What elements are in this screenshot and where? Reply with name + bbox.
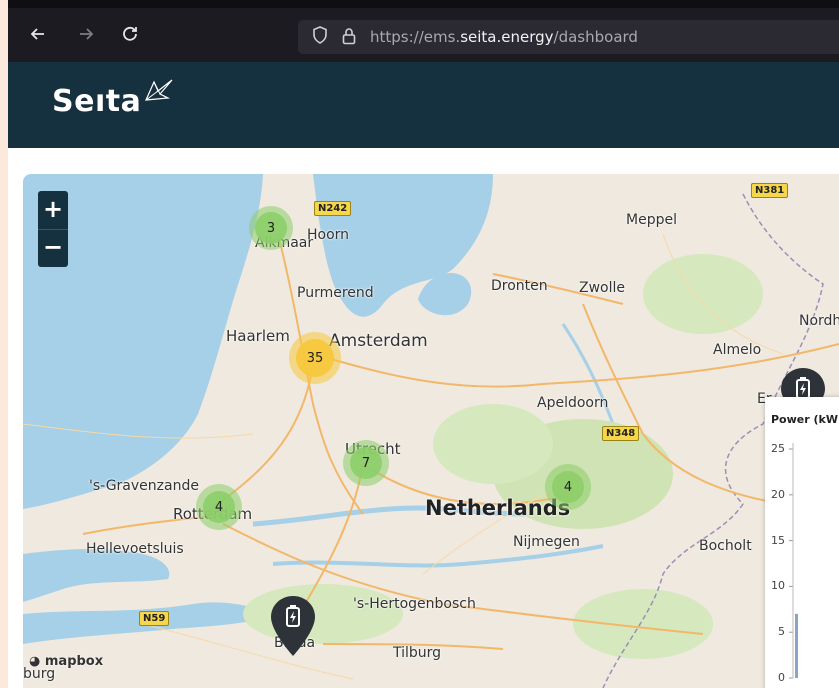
city-label-tilburg: Tilburg — [393, 645, 442, 661]
city-label-almelo: Almelo — [713, 342, 762, 358]
battery-pin-icon[interactable] — [269, 594, 317, 660]
arrow-left-icon — [30, 28, 44, 40]
url-path: /dashboard — [553, 28, 638, 46]
zoom-divider — [38, 229, 68, 230]
shield-icon[interactable] — [312, 26, 328, 49]
city-label-apeldoorn: Apeldoorn — [537, 395, 609, 411]
city-label-zwolle: Zwolle — [579, 280, 625, 296]
brand-logo-text[interactable]: Seıta — [52, 84, 141, 119]
tab-strip — [8, 0, 839, 8]
url-prefix: https://ems. — [370, 28, 461, 46]
city-label-nordhorn: Nordhc — [799, 313, 839, 329]
url-text[interactable]: https://ems.seita.energy/dashboard — [370, 28, 638, 46]
cluster-marker[interactable]: 7 — [343, 440, 389, 486]
cluster-count: 4 — [563, 479, 573, 495]
road-badge-n381: N381 — [751, 183, 789, 198]
city-label-purmerend: Purmerend — [297, 285, 374, 301]
city-label-gravenzande: 's-Gravenzande — [89, 478, 199, 494]
road-badge-n348: N348 — [602, 426, 640, 441]
city-label-hertogenbosch: 's-Hertogenbosch — [353, 596, 476, 612]
city-label-nijmegen: Nijmegen — [513, 534, 580, 550]
app-header: Seıta — [8, 62, 839, 148]
road-badge-n242: N242 — [314, 201, 352, 216]
zoom-in-button[interactable]: + — [38, 191, 68, 229]
url-bar[interactable]: https://ems.seita.energy/dashboard — [298, 20, 839, 54]
mapbox-logo-text: mapbox — [44, 654, 104, 669]
zoom-control: + − — [38, 191, 68, 267]
forward-button[interactable] — [72, 22, 100, 50]
back-button[interactable] — [24, 22, 52, 50]
mapbox-attribution-logo[interactable]: ◕ mapbox — [29, 654, 103, 669]
cluster-marker[interactable]: 35 — [289, 332, 341, 384]
reload-icon — [123, 26, 137, 41]
city-label-bocholt: Bocholt — [699, 538, 752, 554]
city-label-dronten: Dronten — [491, 278, 548, 294]
city-label-hellevoetsluis: Hellevoetsluis — [86, 541, 184, 557]
arrow-right-icon — [80, 28, 94, 40]
reload-button[interactable] — [116, 22, 144, 50]
cluster-marker[interactable]: 4 — [545, 464, 591, 510]
zoom-out-button[interactable]: − — [38, 229, 68, 267]
browser-toolbar: https://ems.seita.energy/dashboard — [8, 0, 839, 62]
city-label-haarlem: Haarlem — [226, 327, 290, 345]
cluster-count: 3 — [266, 220, 276, 236]
url-host: seita.energy — [460, 28, 554, 46]
city-label-meppel: Meppel — [626, 212, 677, 228]
cluster-marker[interactable]: 3 — [249, 206, 293, 250]
cluster-count: 4 — [214, 499, 224, 515]
power-chart-popup: Power (kW 25 20 15 10 5 0 — [765, 397, 839, 688]
lock-icon[interactable] — [342, 27, 356, 49]
chart-plot-area — [789, 443, 798, 679]
cluster-marker[interactable]: 4 — [196, 484, 242, 530]
seita-bird-icon — [145, 79, 173, 101]
chart-bar — [795, 613, 798, 678]
cluster-count: 7 — [361, 455, 371, 471]
city-label-amsterdam: Amsterdam — [329, 331, 428, 351]
map[interactable]: + − N242 N381 N348 N59 Alkmaar Hoorn Mep… — [23, 174, 839, 688]
city-label-hoorn: Hoorn — [307, 227, 350, 243]
road-badge-n59: N59 — [139, 611, 170, 626]
page: https://ems.seita.energy/dashboard Seıta — [8, 0, 839, 688]
cluster-count: 35 — [306, 350, 324, 366]
